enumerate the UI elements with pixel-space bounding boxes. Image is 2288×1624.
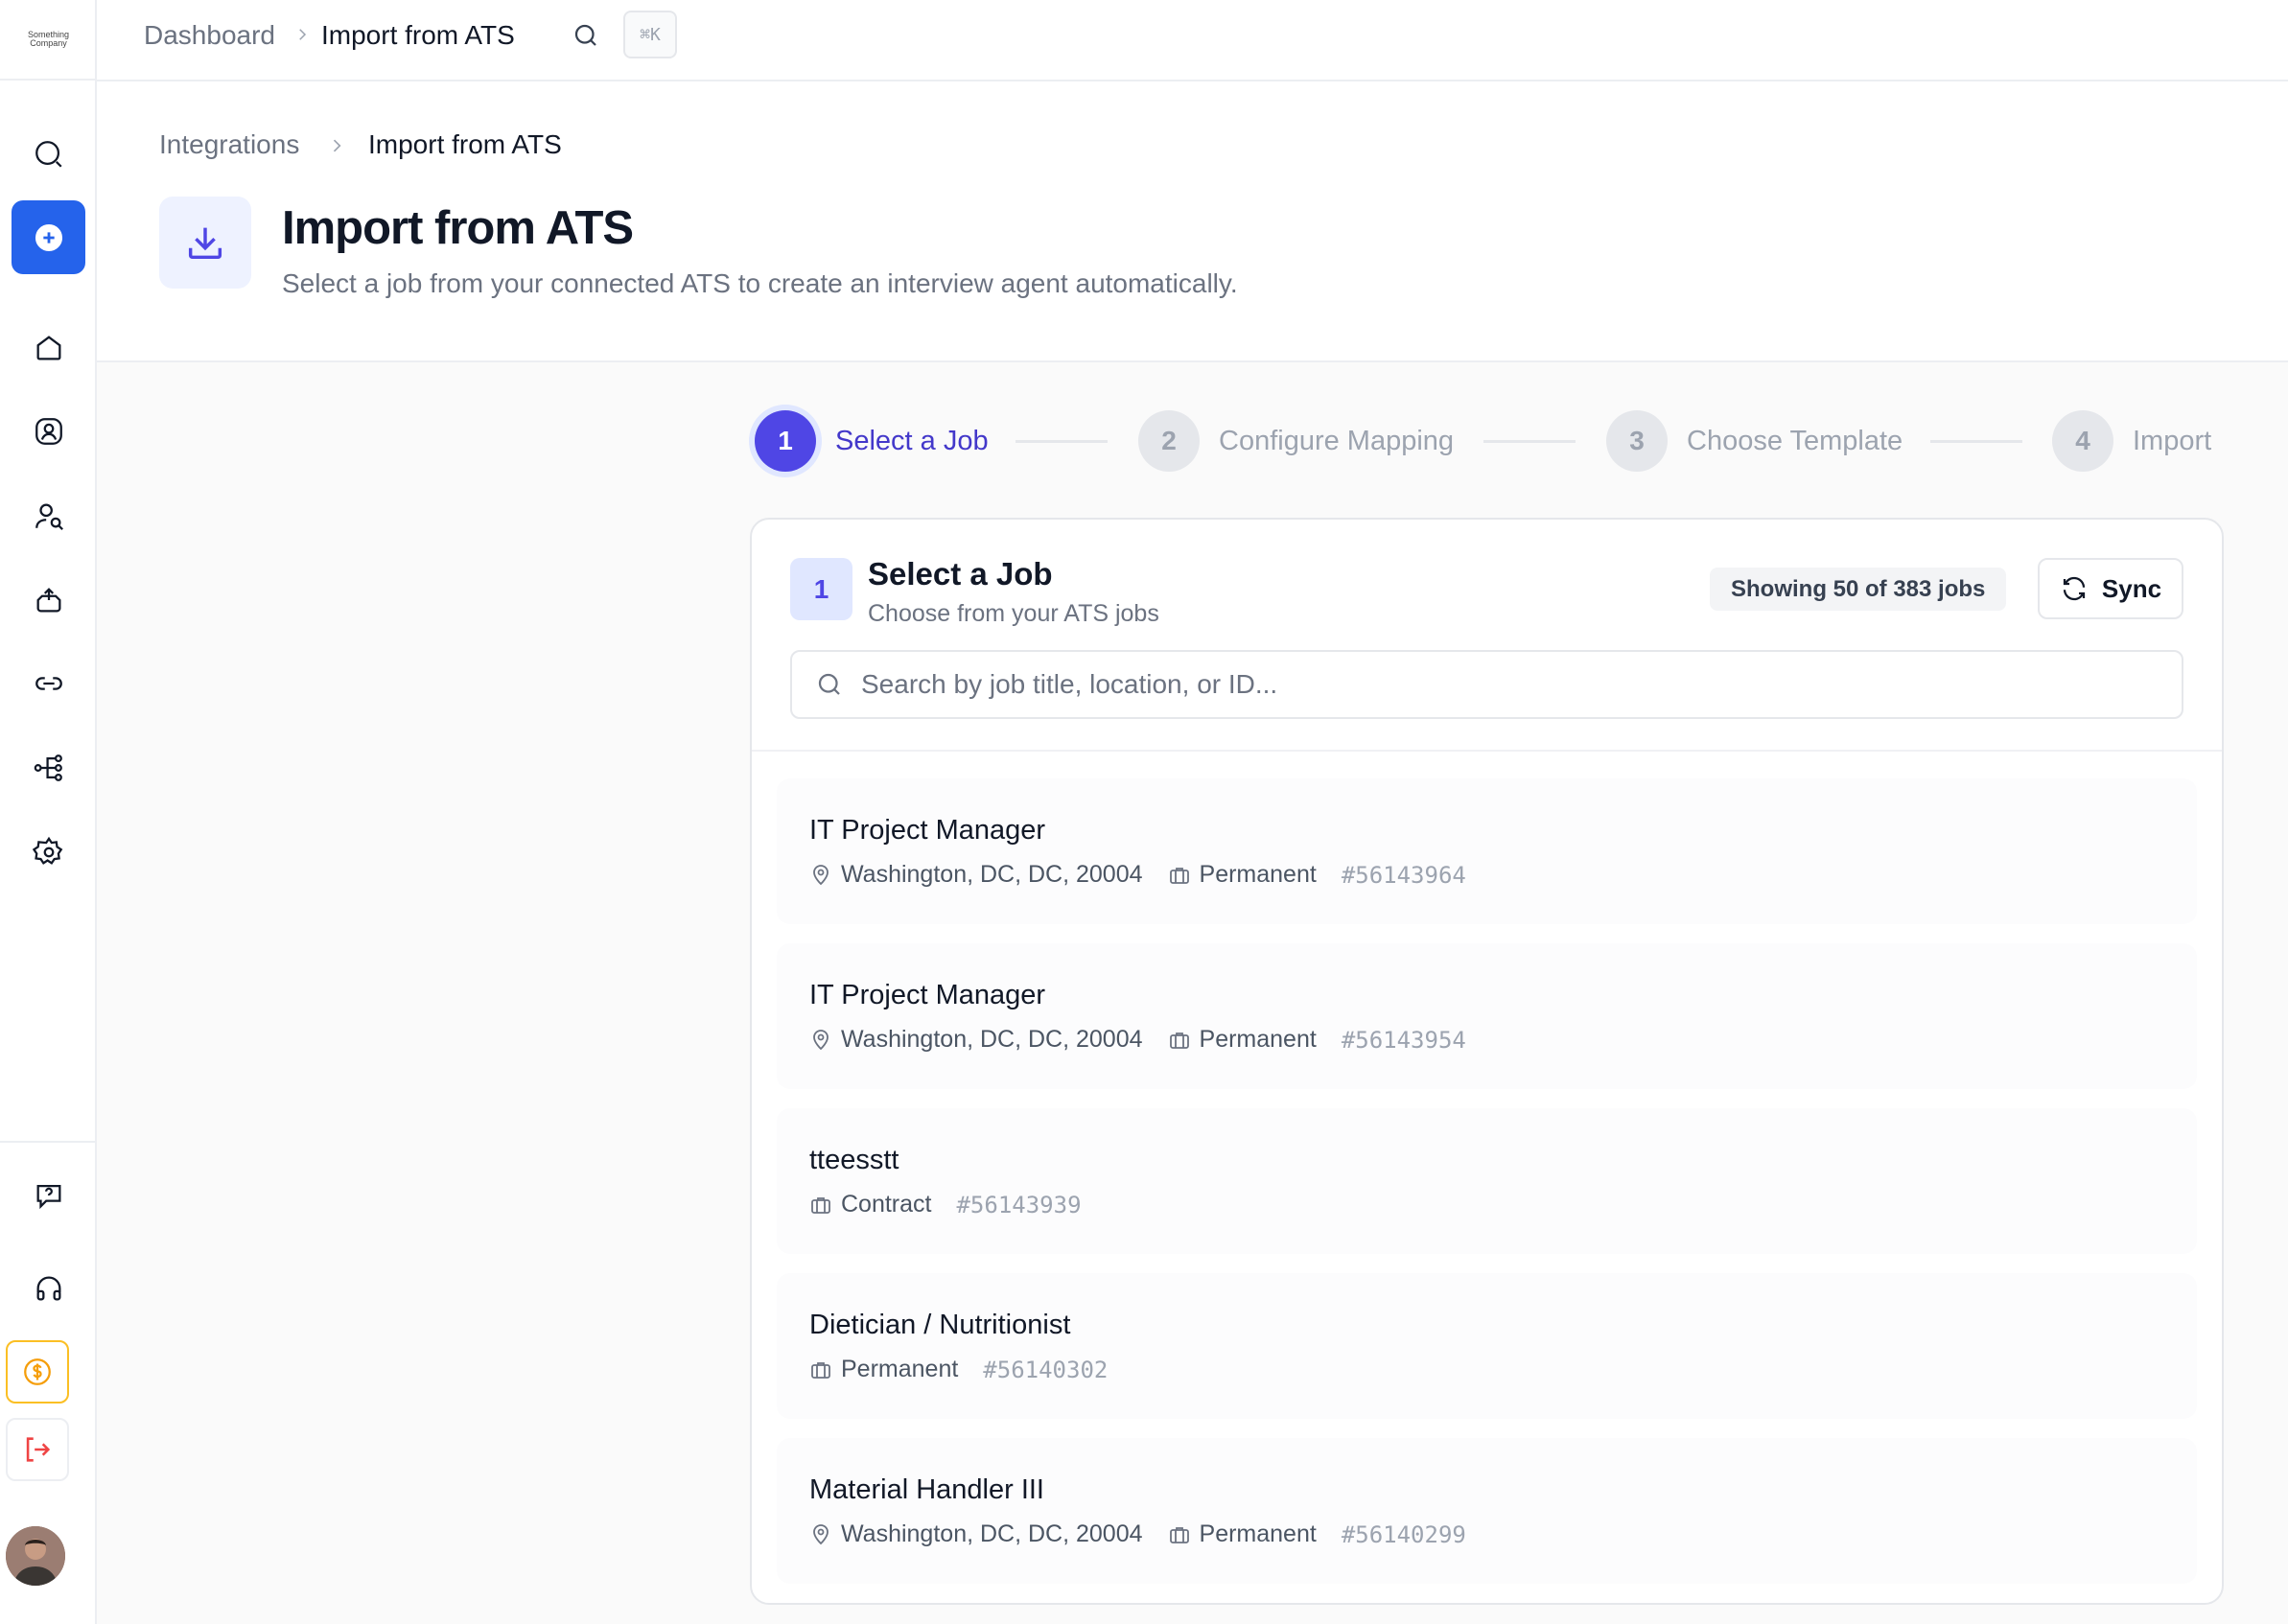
chevron-right-icon xyxy=(299,29,307,40)
step-label: Choose Template xyxy=(1687,425,1903,456)
job-meta: Washington, DC, DC, 20004 Permanent #561… xyxy=(809,861,1466,889)
page-header: Integrations Import from ATS Import from… xyxy=(97,81,2288,362)
step-label: Select a Job xyxy=(835,425,989,456)
step-label: Configure Mapping xyxy=(1219,425,1455,456)
support-headphones-icon[interactable] xyxy=(12,1251,85,1325)
job-type: Permanent xyxy=(1168,861,1317,889)
select-job-card: 1 Select a Job Choose from your ATS jobs… xyxy=(750,518,2224,1605)
link-icon[interactable] xyxy=(12,646,85,720)
step-number: 2 xyxy=(1138,410,1200,472)
sidebar: Something Company xyxy=(0,0,97,1624)
step-connector xyxy=(1016,440,1108,443)
settings-gear-icon[interactable] xyxy=(12,815,85,889)
job-title: tteesstt xyxy=(809,1145,899,1175)
job-type: Contract xyxy=(809,1191,931,1218)
breadcrumb-current: Import from ATS xyxy=(321,20,515,50)
step-connector xyxy=(1930,440,2022,443)
breadcrumb-integrations[interactable]: Integrations xyxy=(159,129,299,160)
chevron-right-icon xyxy=(333,139,341,152)
job-title: Dietician / Nutritionist xyxy=(809,1310,1071,1340)
company-logo[interactable]: Something Company xyxy=(0,0,97,81)
job-row[interactable]: tteesstt Contract #56143939 xyxy=(777,1108,2197,1254)
upload-inbox-icon[interactable] xyxy=(12,563,85,637)
job-id: #56140299 xyxy=(1341,1520,1466,1548)
download-icon xyxy=(159,197,251,289)
job-row[interactable]: Material Handler III Washington, DC, DC,… xyxy=(777,1438,2197,1584)
breadcrumb-import-from-ats: Import from ATS xyxy=(368,129,562,159)
credits-button[interactable] xyxy=(6,1340,69,1404)
search-icon xyxy=(818,673,840,695)
step-configure-mapping[interactable]: 2 Configure Mapping xyxy=(1138,407,1454,475)
card-header: 1 Select a Job Choose from your ATS jobs… xyxy=(752,520,2222,752)
search-icon[interactable] xyxy=(572,21,600,50)
page-title: Import from ATS xyxy=(282,202,634,254)
step-number: 4 xyxy=(2052,410,2113,472)
job-row[interactable]: IT Project Manager Washington, DC, DC, 2… xyxy=(777,778,2197,924)
job-row[interactable]: IT Project Manager Washington, DC, DC, 2… xyxy=(777,943,2197,1089)
job-search-input[interactable] xyxy=(861,669,2156,700)
job-title: Material Handler III xyxy=(809,1474,1044,1505)
home-icon[interactable] xyxy=(12,311,85,384)
plus-circle-icon xyxy=(35,223,62,251)
help-chat-icon[interactable] xyxy=(12,1158,85,1232)
briefcase-icon xyxy=(1169,1032,1189,1049)
job-location: Washington, DC, DC, 20004 xyxy=(809,1520,1143,1548)
breadcrumb-dashboard[interactable]: Dashboard xyxy=(144,19,275,52)
dollar-coin-icon xyxy=(24,1358,51,1385)
step-label: Import xyxy=(2133,425,2212,456)
step-connector xyxy=(1483,440,1576,443)
briefcase-icon xyxy=(811,1361,830,1379)
job-title: IT Project Manager xyxy=(809,815,1046,846)
job-row[interactable]: Dietician / Nutritionist Permanent #5614… xyxy=(777,1273,2197,1419)
user-profile-icon[interactable] xyxy=(12,394,85,468)
avatar[interactable] xyxy=(6,1526,65,1586)
job-location: Washington, DC, DC, 20004 xyxy=(809,861,1143,889)
job-location: Washington, DC, DC, 20004 xyxy=(809,1026,1143,1054)
card-title: Select a Job xyxy=(868,556,1053,592)
step-import[interactable]: 4 Import xyxy=(2052,407,2211,475)
job-meta: Contract #56143939 xyxy=(809,1191,1082,1218)
briefcase-icon xyxy=(1169,1526,1189,1543)
logo-text: Something Company xyxy=(27,30,70,48)
page-subtitle: Select a job from your connected ATS to … xyxy=(282,268,1238,298)
logout-icon xyxy=(26,1437,51,1462)
workflow-icon[interactable] xyxy=(12,731,85,804)
step-choose-template[interactable]: 3 Choose Template xyxy=(1606,407,1903,475)
briefcase-icon xyxy=(1169,867,1189,884)
shortcut-badge[interactable]: ⌘K xyxy=(623,11,677,58)
job-meta: Washington, DC, DC, 20004 Permanent #561… xyxy=(809,1520,1466,1548)
job-search-field[interactable] xyxy=(790,650,2183,719)
job-count-badge: Showing 50 of 383 jobs xyxy=(1710,568,2007,611)
refresh-icon xyxy=(2063,576,2086,601)
candidate-search-icon[interactable] xyxy=(12,478,85,552)
map-pin-icon xyxy=(813,1029,829,1050)
briefcase-icon xyxy=(811,1196,830,1214)
sync-button[interactable]: Sync xyxy=(2038,558,2183,619)
job-meta: Washington, DC, DC, 20004 Permanent #561… xyxy=(809,1026,1466,1054)
card-subtitle: Choose from your ATS jobs xyxy=(868,600,1159,627)
create-new-button[interactable] xyxy=(12,200,85,274)
step-number: 1 xyxy=(755,410,816,472)
logout-button[interactable] xyxy=(6,1418,69,1481)
job-type: Permanent xyxy=(1168,1026,1317,1054)
job-type: Permanent xyxy=(809,1356,958,1383)
map-pin-icon xyxy=(813,1523,829,1544)
top-bar: Dashboard Import from ATS ⌘K xyxy=(97,0,2288,81)
sync-label: Sync xyxy=(2101,573,2162,603)
job-id: #56143939 xyxy=(956,1191,1082,1218)
sidebar-divider xyxy=(0,1141,97,1143)
job-title: IT Project Manager xyxy=(809,980,1046,1010)
step-select-job[interactable]: 1 Select a Job xyxy=(755,407,989,475)
job-id: #56143964 xyxy=(1341,861,1466,889)
job-type: Permanent xyxy=(1168,1520,1317,1548)
job-meta: Permanent #56140302 xyxy=(809,1356,1108,1383)
search-icon[interactable] xyxy=(12,117,85,191)
card-step-badge: 1 xyxy=(790,558,852,620)
job-id: #56143954 xyxy=(1341,1026,1466,1054)
map-pin-icon xyxy=(813,864,829,885)
step-number: 3 xyxy=(1606,410,1668,472)
job-id: #56140302 xyxy=(983,1356,1109,1383)
